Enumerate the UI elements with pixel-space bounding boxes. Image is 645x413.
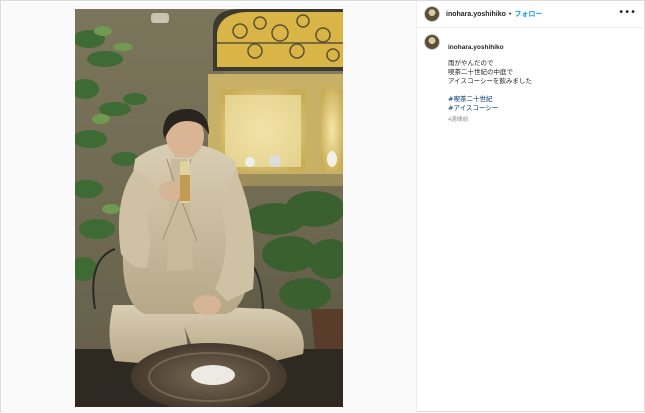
post-header: inohara.yoshihiko • フォロー ••• — [417, 1, 645, 28]
media-area — [2, 2, 416, 412]
caption-body: inohara.yoshihiko 雨がやんだので 喫茶二十世紀の中庭で アイス… — [448, 34, 638, 123]
user-avatar[interactable] — [424, 6, 440, 22]
caption-text: 雨がやんだので 喫茶二十世紀の中庭で アイスコーシーを飲みました — [448, 59, 638, 86]
header-username[interactable]: inohara.yoshihiko — [446, 11, 506, 18]
caption-line: 喫茶二十世紀の中庭で — [448, 68, 513, 76]
post-photo[interactable] — [75, 9, 343, 407]
caption-line: アイスコーシーを飲みました — [448, 77, 532, 85]
hashtag-link[interactable]: #喫茶二十世紀 — [448, 95, 638, 104]
caption-line: 雨がやんだので — [448, 59, 494, 67]
caption-block: inohara.yoshihiko 雨がやんだので 喫茶二十世紀の中庭で アイス… — [417, 28, 645, 123]
caption-avatar[interactable] — [424, 34, 440, 50]
more-options-icon[interactable]: ••• — [618, 7, 636, 18]
hashtag-list: #喫茶二十世紀 #アイスコーシー — [448, 95, 638, 113]
photo-illustration — [75, 9, 343, 407]
header-separator: • — [508, 10, 512, 18]
caption-row: inohara.yoshihiko 雨がやんだので 喫茶二十世紀の中庭で アイス… — [417, 28, 645, 123]
hashtag-link[interactable]: #アイスコーシー — [448, 104, 638, 113]
follow-button[interactable]: フォロー — [514, 9, 542, 19]
post-timestamp[interactable]: 4週間前 — [448, 115, 638, 123]
caption-username[interactable]: inohara.yoshihiko — [448, 44, 504, 51]
instagram-post: inohara.yoshihiko • フォロー ••• inohara.yos… — [0, 0, 645, 413]
